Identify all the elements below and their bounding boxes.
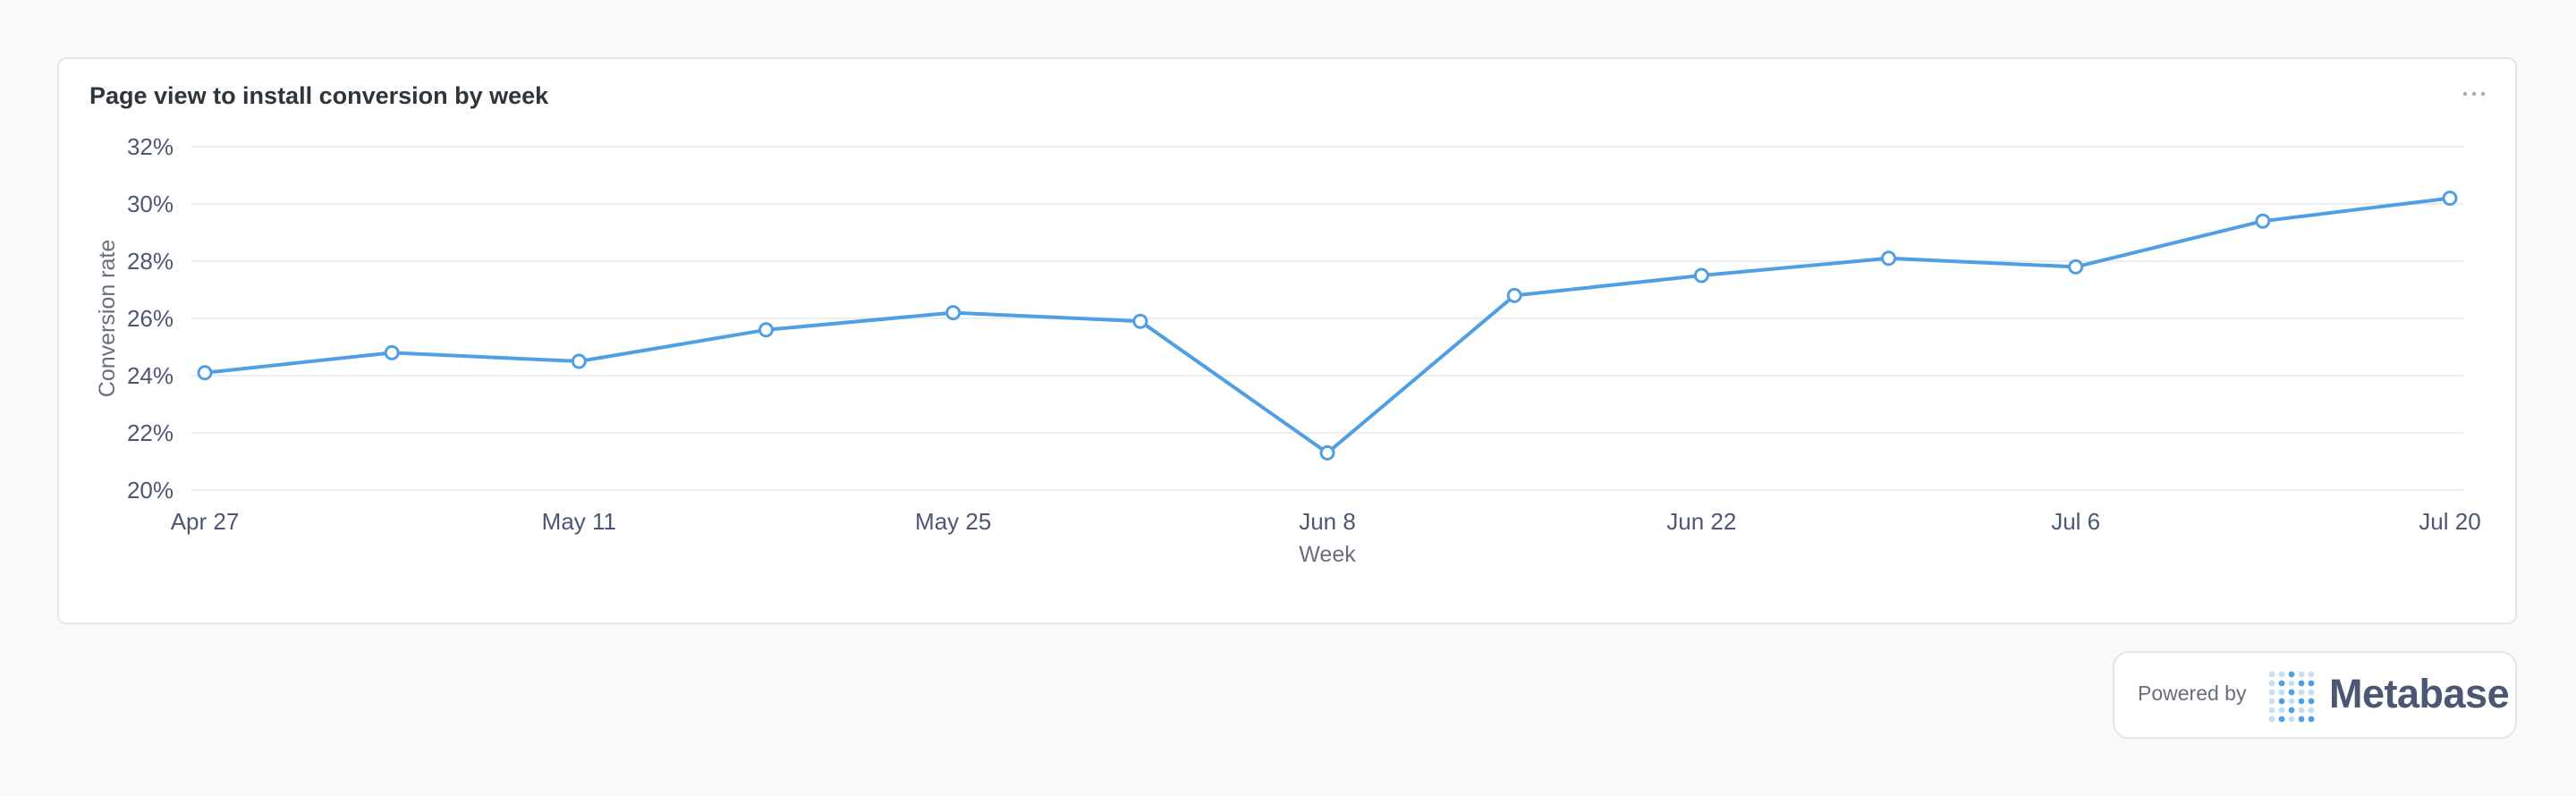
x-tick-label: Jun 22 — [1666, 508, 1736, 535]
logo-dot — [2298, 680, 2305, 687]
powered-by-badge[interactable]: Powered by Metabase — [2113, 651, 2517, 739]
data-point[interactable] — [1132, 313, 1148, 329]
data-point[interactable] — [2255, 213, 2271, 229]
data-point[interactable] — [1319, 445, 1335, 461]
metabase-logo-icon — [2268, 671, 2315, 723]
logo-dot — [2288, 707, 2295, 714]
data-point[interactable] — [571, 353, 587, 369]
data-point[interactable] — [197, 365, 213, 381]
y-tick-label: 26% — [127, 305, 174, 332]
logo-dot — [2288, 671, 2295, 678]
data-point[interactable] — [1881, 250, 1896, 267]
data-point[interactable] — [758, 322, 774, 338]
logo-dot — [2308, 689, 2315, 696]
logo-dot — [2278, 689, 2285, 696]
logo-dot — [2288, 716, 2295, 723]
logo-dot — [2268, 698, 2275, 705]
logo-dot — [2288, 680, 2295, 687]
y-tick-label: 32% — [127, 133, 174, 160]
x-tick-label: May 11 — [542, 508, 616, 535]
logo-dot — [2308, 680, 2315, 687]
x-tick-label: Jul 20 — [2419, 508, 2480, 535]
line-chart: 20% 22% 24% 26% 28% 30% 32% Apr 27 May 11 May 25… — [95, 133, 2481, 567]
logo-dot — [2308, 716, 2315, 723]
logo-dot — [2278, 716, 2285, 723]
y-tick-label: 20% — [127, 477, 174, 504]
logo-dot — [2268, 716, 2275, 723]
logo-dot — [2308, 698, 2315, 705]
x-tick-label: Jul 6 — [2051, 508, 2100, 535]
y-tick-label: 24% — [127, 362, 174, 389]
data-point[interactable] — [1506, 287, 1522, 303]
logo-dot — [2278, 671, 2285, 678]
y-tick-label: 22% — [127, 419, 174, 446]
logo-dot — [2278, 707, 2285, 714]
logo-dot — [2308, 671, 2315, 678]
x-tick-label: Jun 8 — [1299, 508, 1356, 535]
logo-dot — [2298, 707, 2305, 714]
x-tick-label: May 25 — [915, 508, 991, 535]
data-point[interactable] — [1693, 267, 1709, 284]
powered-by-label: Powered by — [2138, 682, 2247, 705]
logo-dot — [2268, 671, 2275, 678]
x-axis-label: Week — [1299, 542, 1356, 567]
data-point[interactable] — [2442, 191, 2458, 207]
y-tick-label: 30% — [127, 191, 174, 217]
logo-dot — [2268, 707, 2275, 714]
y-tick-label: 28% — [127, 248, 174, 275]
logo-dot — [2308, 707, 2315, 714]
logo-dot — [2268, 680, 2275, 687]
logo-dot — [2278, 698, 2285, 705]
grid-lines — [191, 146, 2463, 491]
logo-dot — [2268, 689, 2275, 696]
series — [197, 191, 2458, 461]
x-tick-label: Apr 27 — [171, 508, 240, 535]
logo-dot — [2298, 716, 2305, 723]
logo-dot — [2288, 698, 2295, 705]
y-axis-label: Conversion rate — [95, 240, 120, 397]
x-axis-ticks: Apr 27 May 11 May 25 Jun 8 Jun 22 Jul 6 Jul 20 — [171, 508, 2481, 535]
data-point[interactable] — [384, 344, 400, 360]
logo-dot — [2288, 689, 2295, 696]
brand-name: Metabase — [2329, 671, 2510, 716]
data-point[interactable] — [945, 305, 962, 321]
logo-dot — [2298, 689, 2305, 696]
y-axis-ticks: 20% 22% 24% 26% 28% 30% 32% — [127, 133, 174, 504]
data-point[interactable] — [2068, 258, 2084, 275]
logo-dot — [2298, 671, 2305, 678]
logo-dot — [2278, 680, 2285, 687]
series-line — [203, 196, 2452, 455]
logo-dot — [2298, 698, 2305, 705]
